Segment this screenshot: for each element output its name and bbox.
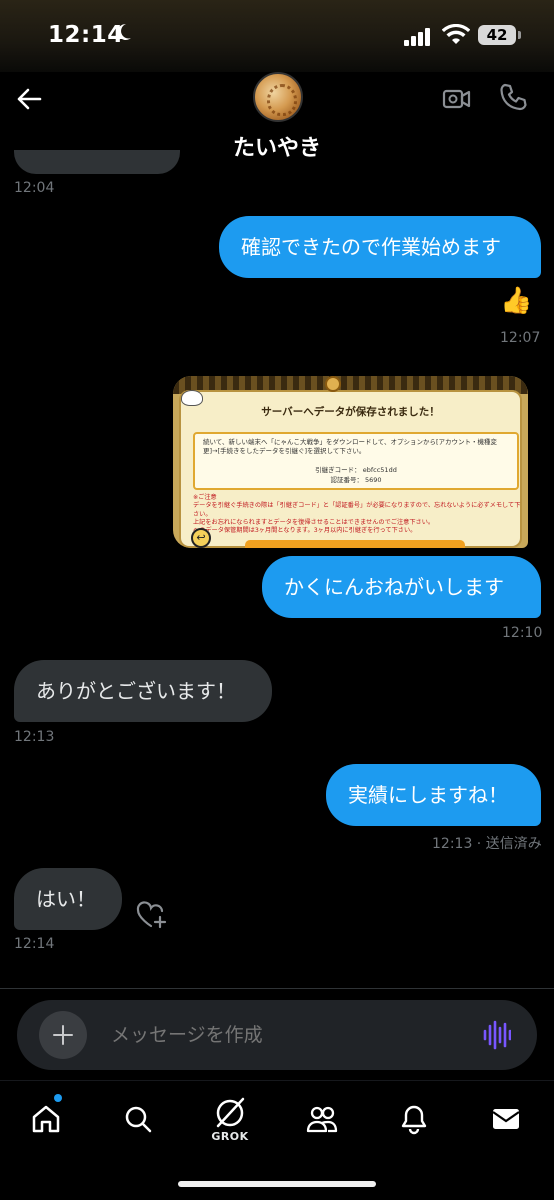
- composer-divider: [0, 988, 554, 989]
- notification-dot: [54, 1094, 62, 1102]
- grok-label: GROK: [211, 1130, 249, 1143]
- message-bubble-incoming[interactable]: はい！: [14, 868, 122, 930]
- message-timestamp: 12:14: [14, 936, 55, 952]
- thumbs-up-reaction[interactable]: 👍: [500, 286, 532, 316]
- nav-grok[interactable]: [210, 1093, 250, 1133]
- moon-icon: [113, 22, 133, 47]
- image-orange-button: [245, 540, 465, 548]
- message-composer: [17, 1000, 537, 1070]
- grok-icon: [216, 1097, 245, 1128]
- back-arrow-icon[interactable]: [14, 84, 44, 114]
- nav-search[interactable]: [118, 1099, 158, 1139]
- search-icon: [125, 1106, 152, 1133]
- message-timestamp: 12:07: [500, 330, 541, 346]
- message-timestamp: 12:04: [14, 180, 55, 196]
- message-bubble-incoming[interactable]: ありがとございます！: [14, 660, 272, 722]
- add-attachment-button[interactable]: [39, 1011, 87, 1059]
- voice-waveform-icon[interactable]: [483, 1020, 511, 1050]
- nav-messages[interactable]: [486, 1099, 526, 1139]
- image-notes: ※ご注意 データを引継ぐ手続きの際は「引継ぎコード」と「認証番号」が必要になりま…: [193, 494, 521, 535]
- message-timestamp: 12:13 · 送信済み: [432, 836, 542, 852]
- wifi-icon: [442, 24, 470, 44]
- add-reaction-heart-icon[interactable]: [134, 900, 168, 930]
- message-bubble-outgoing[interactable]: 確認できたので作業始めます: [219, 216, 541, 278]
- communities-icon: [306, 1106, 338, 1133]
- image-instructions: 続いて、新しい端末へ「にゃんこ大戦争」をダウンロードして、オプションから[アカウ…: [203, 438, 497, 456]
- avatar[interactable]: [253, 72, 303, 122]
- cellular-signal-icon: [404, 28, 434, 46]
- mail-icon: [492, 1109, 520, 1129]
- transfer-code: 引継ぎコード： ebfcc51dd: [315, 466, 397, 474]
- pin-code: 認証番号： 5690: [330, 475, 382, 484]
- nav-communities[interactable]: [302, 1099, 342, 1139]
- image-codes: 引継ぎコード： ebfcc51dd 認証番号： 5690: [195, 466, 517, 486]
- message-input[interactable]: [111, 1000, 451, 1070]
- message-bubble-outgoing[interactable]: 実績にしますね！: [326, 764, 541, 826]
- nav-home[interactable]: [26, 1099, 66, 1139]
- message-bubble-incoming-partial[interactable]: [14, 150, 180, 174]
- image-message[interactable]: サーバーへデータが保存されました！ 続いて、新しい端末へ「にゃんこ大戦争」をダウ…: [173, 376, 528, 548]
- home-indicator: [178, 1181, 376, 1187]
- message-timestamp: 12:13: [14, 729, 55, 745]
- battery-indicator: 42: [478, 25, 521, 45]
- message-bubble-outgoing[interactable]: かくにんおねがいします: [262, 556, 541, 618]
- image-info-box: 続いて、新しい端末へ「にゃんこ大戦争」をダウンロードして、オプションから[アカウ…: [193, 432, 519, 490]
- video-call-icon[interactable]: [442, 84, 472, 114]
- return-icon: ↩: [191, 528, 211, 548]
- message-timestamp: 12:10: [502, 625, 543, 641]
- image-title: サーバーへデータが保存されました！: [261, 406, 440, 418]
- home-icon: [32, 1105, 60, 1133]
- gear-ornament-icon: [325, 376, 341, 392]
- bell-icon: [401, 1105, 427, 1135]
- nav-notifications[interactable]: [394, 1099, 434, 1139]
- phone-call-icon[interactable]: [498, 82, 528, 112]
